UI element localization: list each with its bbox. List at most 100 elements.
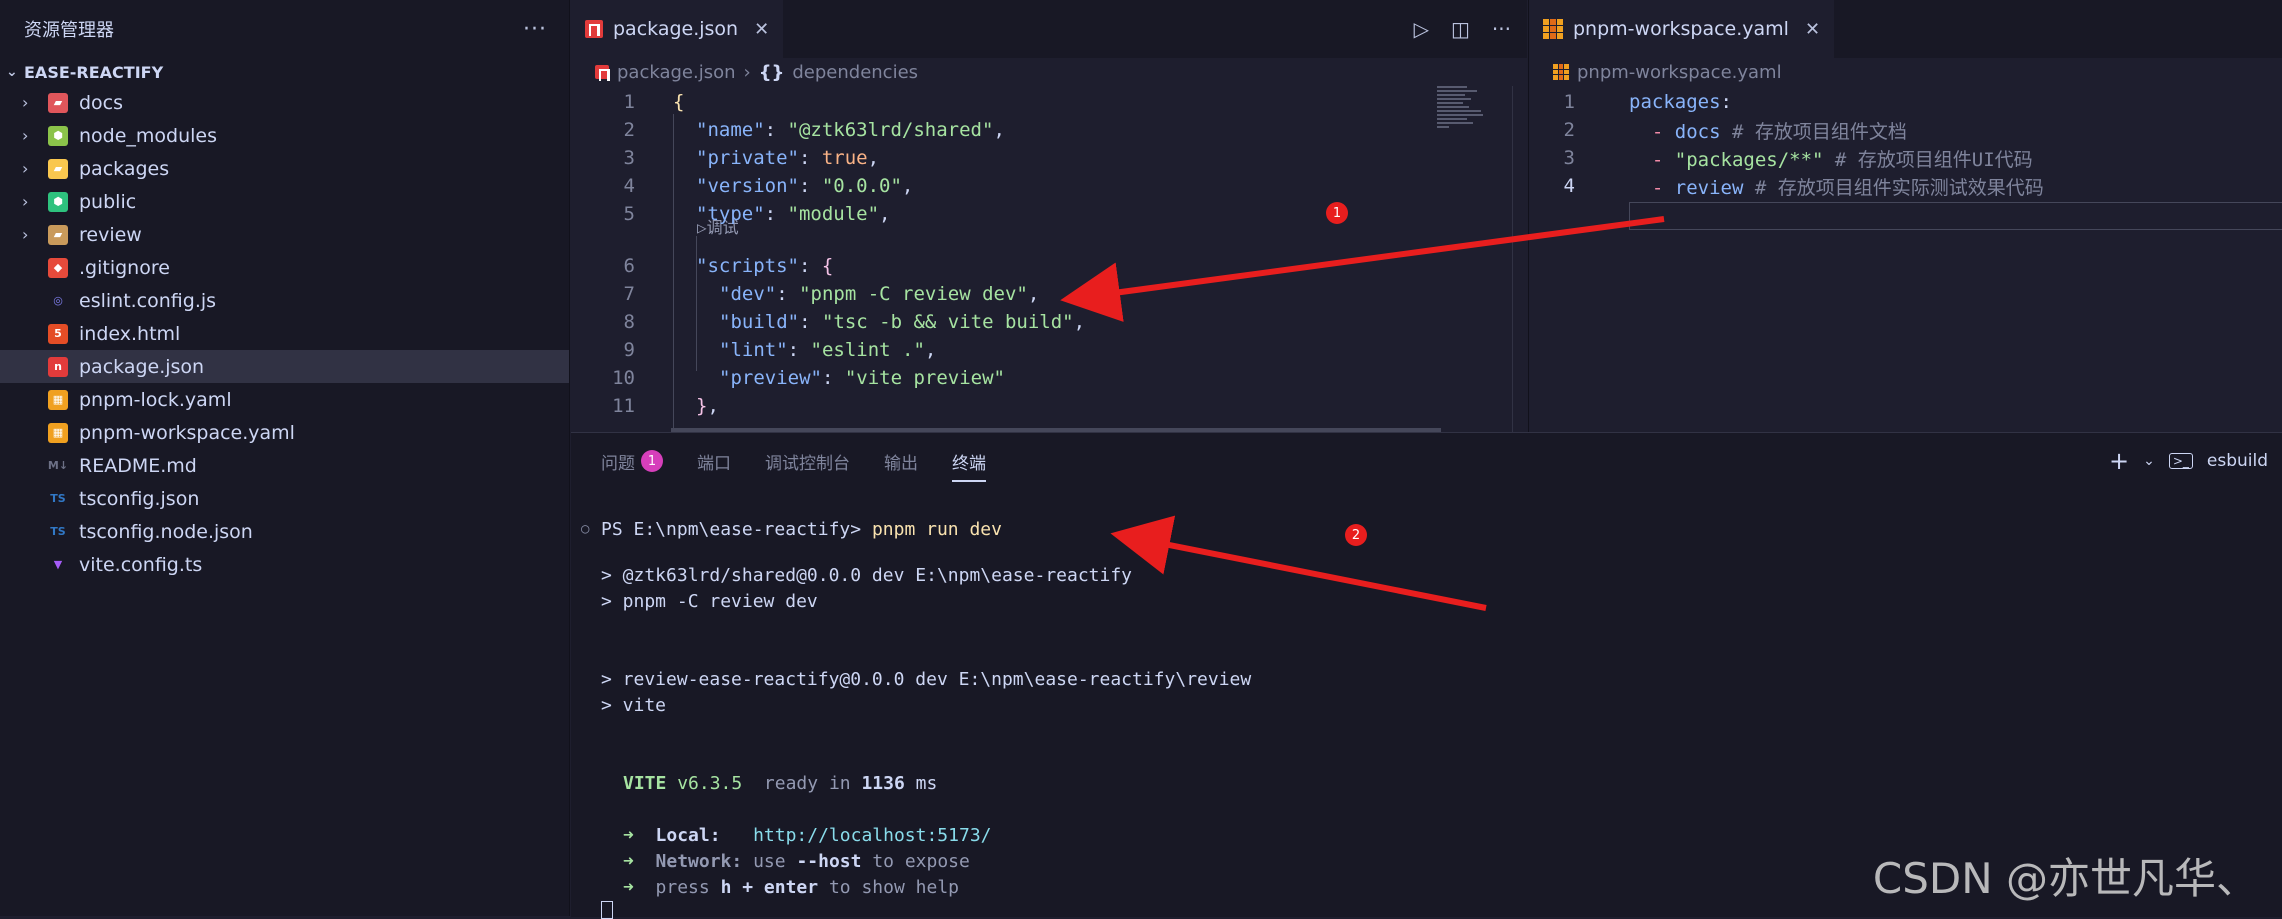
close-icon[interactable]: ✕ xyxy=(754,19,769,40)
code-token: , xyxy=(707,395,719,417)
vite-ready-line: VITE v6.3.5 ready in 1136 ms xyxy=(623,773,937,794)
tree-item-node-modules[interactable]: › ⬢ node_modules xyxy=(0,119,569,152)
code-text: "lint": "eslint .", xyxy=(719,339,936,361)
tree-item-gitignore[interactable]: ◆ .gitignore xyxy=(0,251,569,284)
network-use: use xyxy=(753,851,786,872)
tree-item-label: vite.config.ts xyxy=(79,553,203,576)
project-name: EASE-REACTIFY xyxy=(24,62,164,82)
code-token: { xyxy=(821,255,834,277)
code-token: , xyxy=(1027,283,1040,305)
code-line: 10 "preview": "vite preview" xyxy=(571,364,1431,392)
line-number: 8 xyxy=(623,311,635,333)
local-url-link[interactable]: http://localhost:5173/ xyxy=(753,825,991,846)
tree-item-label: pnpm-lock.yaml xyxy=(79,388,232,411)
tab-ports[interactable]: 端口 xyxy=(697,449,731,474)
tree-item-docs[interactable]: › ▰ docs xyxy=(0,86,569,119)
line-number: 6 xyxy=(623,255,635,277)
project-root[interactable]: ⌄ EASE-REACTIFY xyxy=(0,58,569,86)
close-icon[interactable]: ✕ xyxy=(1805,19,1820,40)
tree-item-packages[interactable]: › ▰ packages xyxy=(0,152,569,185)
code-token: : xyxy=(798,255,822,277)
tab-problems[interactable]: 问题 1 xyxy=(601,449,663,474)
breadcrumb-file[interactable]: package.json xyxy=(617,62,736,83)
code-token: , xyxy=(993,119,1005,141)
editor-tabbar: package.json ✕ ▷ ◫ ··· xyxy=(571,0,1527,58)
ready-ms: 1136 xyxy=(861,773,905,794)
line-number: 9 xyxy=(623,339,635,361)
code-text: - review # 存放项目组件实际测试效果代码 xyxy=(1629,173,2044,200)
explorer-header: 资源管理器 ··· xyxy=(0,0,569,58)
tree-item-public[interactable]: › ⬢ public xyxy=(0,185,569,218)
pnpm-icon: ▦ xyxy=(48,389,68,410)
press-label: press xyxy=(655,877,710,898)
terminal-name[interactable]: esbuild xyxy=(2207,451,2268,471)
arrow-right-icon: ➜ xyxy=(623,877,634,898)
annotation-marker-2: 2 xyxy=(1345,524,1367,546)
code-token: } xyxy=(696,395,708,417)
tree-item-vite-config-ts[interactable]: ▼ vite.config.ts xyxy=(0,548,569,581)
breadcrumb-file[interactable]: pnpm-workspace.yaml xyxy=(1577,62,1782,83)
add-terminal-icon[interactable]: + xyxy=(2109,447,2129,475)
more-actions-icon[interactable]: ··· xyxy=(523,17,547,42)
watermark: CSDN @亦世凡华、 xyxy=(1872,854,2258,903)
tree-item-pnpm-lock-yaml[interactable]: ▦ pnpm-lock.yaml xyxy=(0,383,569,416)
tab-label: package.json xyxy=(613,18,739,40)
tree-item-review[interactable]: › ▰ review xyxy=(0,218,569,251)
terminal-cursor[interactable] xyxy=(601,901,613,919)
more-actions-icon[interactable]: ··· xyxy=(1492,17,1511,41)
explorer-sidebar: 资源管理器 ··· ⌄ EASE-REACTIFY › ▰ docs › ⬢ node_m… xyxy=(0,0,570,916)
tab-terminal[interactable]: 终端 xyxy=(952,449,986,482)
code-editor[interactable]: ▷调试 1{2 "name": "@ztk63lrd/shared", 3 "priv… xyxy=(571,86,1527,432)
code-line: 5 "type": "module", xyxy=(571,200,1431,228)
code-line: 4 - review # 存放项目组件实际测试效果代码 xyxy=(1529,172,2269,200)
chevron-right-icon: › xyxy=(22,93,29,112)
chevron-down-icon: ⌄ xyxy=(6,64,18,80)
tab-label: 终端 xyxy=(952,453,986,474)
eslint-icon: ◎ xyxy=(53,294,63,307)
code-token: "eslint ." xyxy=(810,339,925,361)
split-editor-icon[interactable]: ◫ xyxy=(1451,17,1470,41)
tree-item-index-html[interactable]: 5 index.html xyxy=(0,317,569,350)
code-text: "dev": "pnpm -C review dev", xyxy=(719,283,1039,305)
code-token: "type" xyxy=(696,203,765,225)
run-icon[interactable]: ▷ xyxy=(1414,17,1429,41)
code-editor[interactable]: 1 packages: 2 - docs # 存放项目组件文档 3 - "packag… xyxy=(1529,86,2282,432)
terminal-prompt: PS E:\npm\ease-reactify> xyxy=(601,519,862,540)
tab-package-json[interactable]: package.json ✕ xyxy=(571,0,784,58)
code-token: # 存放项目组件UI代码 xyxy=(1823,148,2033,171)
tree-item-eslint-config-js[interactable]: ◎ eslint.config.js xyxy=(0,284,569,317)
tree-item-label: eslint.config.js xyxy=(79,289,217,312)
tab-debug-console[interactable]: 调试控制台 xyxy=(765,449,850,474)
code-token: { xyxy=(673,91,685,113)
chevron-down-icon[interactable]: ⌄ xyxy=(2143,453,2155,469)
panel-actions: + ⌄ >_ esbuild xyxy=(2109,433,2268,489)
editor-actions: ▷ ◫ ··· xyxy=(1414,0,1511,58)
tab-output[interactable]: 输出 xyxy=(884,449,918,474)
tree-item-readme-md[interactable]: M↓ README.md xyxy=(0,449,569,482)
tree-item-label: index.html xyxy=(79,322,181,345)
tree-item-package-json[interactable]: n package.json xyxy=(0,350,569,383)
current-line-highlight xyxy=(1629,202,2282,230)
vertical-scrollbar[interactable] xyxy=(1512,86,1527,432)
markdown-icon: M↓ xyxy=(47,459,69,472)
terminal-output-line: > @ztk63lrd/shared@0.0.0 dev E:\npm\ease… xyxy=(601,565,1133,586)
code-token: "vite preview" xyxy=(844,367,1005,389)
code-line: 11}, xyxy=(571,392,1431,420)
arrow-right-icon: ➜ xyxy=(623,851,634,872)
tree-item-tsconfig-json[interactable]: TS tsconfig.json xyxy=(0,482,569,515)
code-token: docs xyxy=(1674,120,1721,143)
tab-pnpm-workspace-yaml[interactable]: pnpm-workspace.yaml ✕ xyxy=(1529,0,1835,58)
breadcrumb-symbol[interactable]: dependencies xyxy=(792,62,918,83)
tree-item-label: packages xyxy=(79,157,170,180)
chevron-right-icon: › xyxy=(743,61,751,83)
tsconfig-icon: TS xyxy=(50,525,66,538)
minimap[interactable] xyxy=(1437,86,1487,146)
terminal-output-line: > review-ease-reactify@0.0.0 dev E:\npm\… xyxy=(601,669,1252,690)
tree-item-label: review xyxy=(79,223,142,246)
line-number: 4 xyxy=(623,175,635,197)
code-line: 3 "private": true, xyxy=(571,144,1431,172)
tree-item-tsconfig-node-json[interactable]: TS tsconfig.node.json xyxy=(0,515,569,548)
tree-item-label: .gitignore xyxy=(79,256,170,279)
tree-item-pnpm-workspace-yaml[interactable]: ▦ pnpm-workspace.yaml xyxy=(0,416,569,449)
terminal-output-line: > pnpm -C review dev xyxy=(601,591,818,612)
